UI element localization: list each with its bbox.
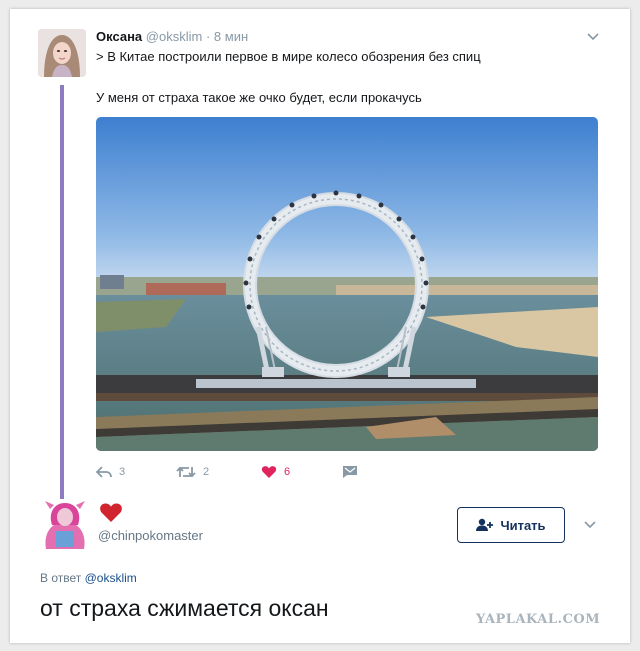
retweet-action[interactable]: 2 (176, 463, 209, 481)
follow-button-label: Читать (500, 517, 546, 533)
liked-heart-icon (100, 503, 122, 522)
thread-connector-line (60, 85, 64, 499)
ferris-wheel-photo[interactable] (96, 117, 598, 451)
follow-button[interactable]: Читать (457, 507, 565, 543)
tweet-time[interactable]: 8 мин (214, 29, 248, 44)
tweet-text-line1: > В Китае построили первое в мире колесо… (96, 49, 481, 64)
reply-icon (96, 466, 112, 478)
add-user-icon (476, 518, 494, 531)
reply-action[interactable]: 3 (96, 463, 125, 481)
direct-message-icon (343, 466, 357, 478)
like-count: 6 (284, 466, 291, 478)
heart-icon (261, 466, 277, 478)
tweet-card: Оксана @oksklim · 8 мин > В Китае постро… (10, 9, 630, 643)
header-separator: · (205, 29, 211, 44)
chevron-down-icon[interactable] (586, 29, 600, 43)
site-watermark: YAPLAKAL.COM (476, 612, 601, 627)
message-action[interactable] (342, 463, 358, 481)
reply-to-prefix: В ответ (40, 571, 82, 585)
author-avatar[interactable] (38, 29, 86, 77)
reply-to-line: В ответ @oksklim (40, 571, 137, 585)
retweet-icon (176, 466, 196, 478)
tweet-header: Оксана @oksklim · 8 мин (96, 29, 248, 44)
reply-to-mention[interactable]: @oksklim (85, 571, 137, 585)
reply-author-handle[interactable]: @chinpokomaster (98, 528, 203, 543)
tweet-text-line2: У меня от страха такое же очко будет, ес… (96, 90, 422, 105)
reply-author-avatar[interactable] (42, 499, 88, 549)
author-name[interactable]: Оксана (96, 29, 142, 44)
reply-chevron-down-icon[interactable] (583, 517, 597, 531)
reply-text: от страха сжимается оксан (40, 595, 329, 621)
author-handle[interactable]: @oksklim (146, 29, 203, 44)
like-action[interactable]: 6 (261, 463, 290, 481)
retweet-count: 2 (203, 466, 210, 478)
reply-count: 3 (119, 466, 126, 478)
